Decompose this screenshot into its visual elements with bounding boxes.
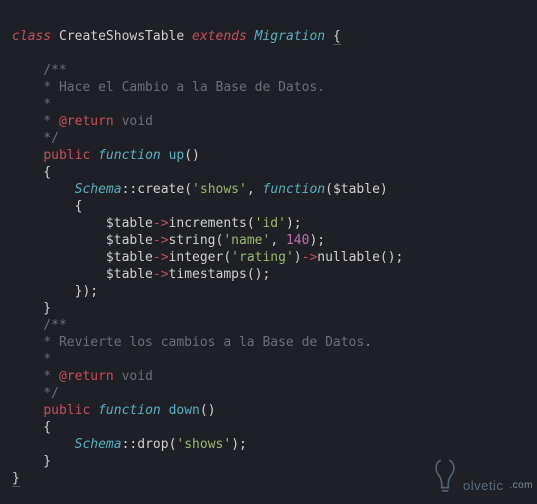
comment-line: /** [12, 63, 67, 78]
brace-close: } [12, 471, 20, 487]
keyword-function: function [98, 403, 161, 418]
code-line: $table->string('name', 140); [12, 233, 325, 248]
code-editor: class CreateShowsTable extends Migration… [0, 0, 537, 500]
comment-line: * Hace el Cambio a la Base de Datos. [12, 80, 325, 95]
code-line: }); [12, 284, 98, 299]
keyword-public: public [43, 148, 90, 163]
code-line: public function up() [12, 148, 200, 163]
code-line: { [12, 199, 82, 214]
watermark-brand: olvetic [463, 477, 503, 494]
class-schema: Schema [75, 437, 122, 452]
keyword-extends: extends [192, 29, 247, 44]
lightbulb-icon [431, 456, 459, 494]
method-up: up [169, 148, 185, 163]
comment-line: * [12, 352, 51, 367]
code-line: $table->increments('id'); [12, 216, 302, 231]
class-name: CreateShowsTable [59, 29, 184, 44]
variable: $table [106, 267, 153, 282]
comment-line: * [12, 97, 51, 112]
comment-line: /** [12, 318, 67, 333]
class-schema: Schema [75, 182, 122, 197]
code-line: { [12, 420, 51, 435]
code-line: { [12, 165, 51, 180]
string-literal: 'rating' [231, 250, 294, 265]
number-literal: 140 [286, 233, 309, 248]
watermark: olvetic .com [431, 456, 533, 494]
method-down: down [169, 403, 200, 418]
string-literal: 'shows' [192, 182, 247, 197]
code-line: } [12, 454, 51, 469]
variable: $table [106, 216, 153, 231]
code-line: Schema::create('shows', function($table) [12, 182, 388, 197]
keyword-function: function [98, 148, 161, 163]
class-migration: Migration [255, 29, 325, 44]
string-literal: 'id' [255, 216, 286, 231]
keyword-function: function [263, 182, 326, 197]
code-line: $table->integer('rating')->nullable(); [12, 250, 403, 265]
code-line: class CreateShowsTable extends Migration… [12, 29, 341, 45]
brace-open: { [333, 29, 341, 45]
watermark-ext: .com [509, 477, 533, 494]
code-line: public function down() [12, 403, 216, 418]
comment-line: * @return void [12, 369, 153, 384]
phpdoc-return: @return [59, 114, 114, 129]
code-line: } [12, 301, 51, 316]
comment-line: * @return void [12, 114, 153, 129]
code-line: $table->timestamps(); [12, 267, 270, 282]
keyword-class: class [12, 29, 51, 44]
keyword-public: public [43, 403, 90, 418]
comment-line: */ [12, 386, 59, 401]
comment-line: * Revierte los cambios a la Base de Dato… [12, 335, 372, 350]
phpdoc-return: @return [59, 369, 114, 384]
variable: $table [106, 233, 153, 248]
code-line: Schema::drop('shows'); [12, 437, 247, 452]
string-literal: 'shows' [176, 437, 231, 452]
string-literal: 'name' [223, 233, 270, 248]
variable: $table [106, 250, 153, 265]
comment-line: */ [12, 131, 59, 146]
variable: $table [333, 182, 380, 197]
